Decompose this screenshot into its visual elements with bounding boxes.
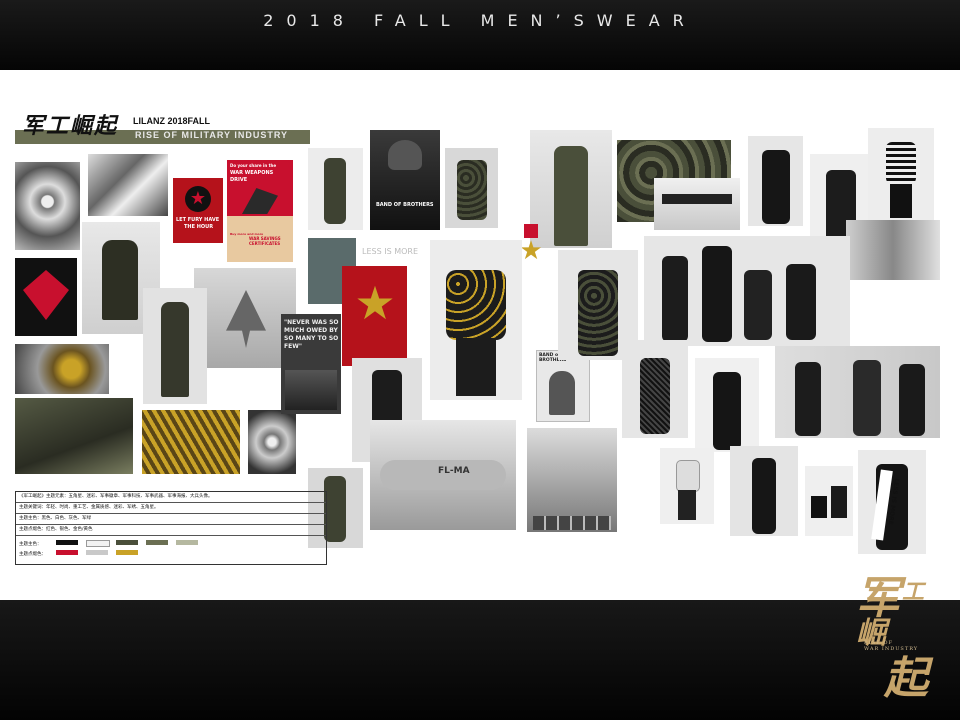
legend-row: 主题主色：黑色、白色、灰色、军绿 (16, 514, 326, 525)
belt-buckle-image (654, 178, 740, 230)
model-black-suit-bag-image (695, 358, 759, 452)
military-vehicle-image (15, 398, 133, 474)
main-color-label: 主题主色： (19, 542, 42, 547)
gold-star-icon: ★ (354, 276, 396, 330)
model-black-blazer-image (748, 136, 803, 226)
model-striped-sweater-image (868, 128, 934, 220)
model-long-coat-image (143, 288, 207, 404)
brand-char-2: 工 (902, 579, 925, 605)
model-white-jacket-image (660, 448, 714, 524)
gears-image (15, 344, 109, 394)
film-title: BAND OF BROTHERS (376, 202, 434, 208)
page-title: 2018 FALL MEN’SWEAR (263, 11, 697, 30)
group-lookbook-image (644, 236, 850, 346)
accent-color-label: 主题点缀色： (19, 552, 46, 557)
plane-livery: FL-MA (438, 466, 470, 476)
less-is-more-caption: LESS IS MORE (360, 246, 430, 258)
brand-char-4: 起 (884, 653, 928, 704)
quote-text: "NEVER WAS SO MUCH OWED BY SO MANY TO SO… (284, 319, 339, 350)
turbine-silver-image (248, 410, 296, 474)
quote-poster: "NEVER WAS SO MUCH OWED BY SO MANY TO SO… (281, 314, 341, 414)
theme-brand-line: LILANZ 2018FALL (133, 116, 211, 126)
band-of-brothers-poster: BAND of BROTHERS (536, 350, 590, 422)
model-sash-image: LESS IS MORE (858, 450, 926, 554)
model-olive-jacket-image (308, 148, 363, 230)
moodboard: 军工崛起 LILANZ 2018FALL RISE OF MILITARY IN… (0, 70, 960, 600)
flag-raising-image (527, 428, 617, 532)
gold-star-poster: ★ (342, 266, 407, 366)
swatch-accent-2 (86, 550, 108, 555)
aircraft-engine-image (88, 154, 168, 216)
legend-row: 《军工崛起》主题元素：五角星、迷彩、军事徽章、军事科技、军事武器、军事海报、大兵… (16, 492, 326, 503)
brand-logo: 军 工 崛 RISE OF WAR INDUSTRY 起 (854, 573, 946, 704)
bottom-banner (0, 600, 960, 720)
war-weapons-poster: Do your share in the WAR WEAPONS DRIVE B… (227, 160, 293, 262)
war-film-poster: BAND OF BROTHERS (370, 130, 440, 230)
theme-subtitle: RISE OF MILITARY INDUSTRY (135, 130, 289, 140)
propeller-engine-image (15, 162, 80, 250)
star-emblem-icon: ★ (185, 186, 211, 212)
jet-intake-image (846, 220, 940, 280)
less-is-more-text: LESS IS MORE (362, 247, 419, 256)
legend-row: 主题点缀色：红色、银色、金色/黄色 (16, 525, 326, 536)
war-weapons-main: WAR WEAPONS DRIVE (230, 170, 274, 183)
model-star-print-jacket-image (430, 240, 522, 400)
model-walking-suit-image (730, 446, 798, 536)
fury-poster-line1: LET FURY HAVE (176, 217, 220, 223)
swatch-accent-1 (56, 550, 78, 555)
swatch-main-3 (116, 540, 138, 545)
model-sequin-jacket-image (622, 340, 688, 438)
fury-poster: ★ LET FURY HAVE THE HOUR (173, 178, 223, 243)
soldier-graphic (242, 188, 278, 214)
turbine-gold-image (142, 410, 240, 474)
top-banner: 2018 FALL MEN’SWEAR (0, 0, 960, 70)
legend-row: 主题关键词：年轻、时尚、重工艺、金属质感、迷彩、军绣、五角星。 (16, 503, 326, 514)
swatch-accent-3 (116, 550, 138, 555)
swatch-main-4 (146, 540, 168, 545)
red-plane-graphic (15, 258, 77, 336)
war-weapons-top: Do your share in the (230, 163, 277, 168)
swatch-main-1 (56, 540, 78, 545)
model-camo-jacket-image (445, 148, 498, 228)
color-swatches: 主题主色： 主题点缀色： (16, 536, 326, 566)
swatch-main-2 (86, 540, 110, 547)
fury-poster-line2: THE HOUR (184, 224, 214, 230)
vintage-airplane-image: FL-MA (370, 420, 516, 530)
war-savings-text: WAR SAVINGS CERTIFICATES (249, 236, 281, 246)
theme-legend-table: 《军工崛起》主题元素：五角星、迷彩、军事徽章、军事科技、军事武器、军事海报、大兵… (15, 491, 327, 565)
swatch-main-5 (176, 540, 198, 545)
bags-image (805, 466, 853, 536)
trio-models-image (775, 346, 940, 438)
theme-title-cn: 军工崛起 (22, 113, 119, 139)
